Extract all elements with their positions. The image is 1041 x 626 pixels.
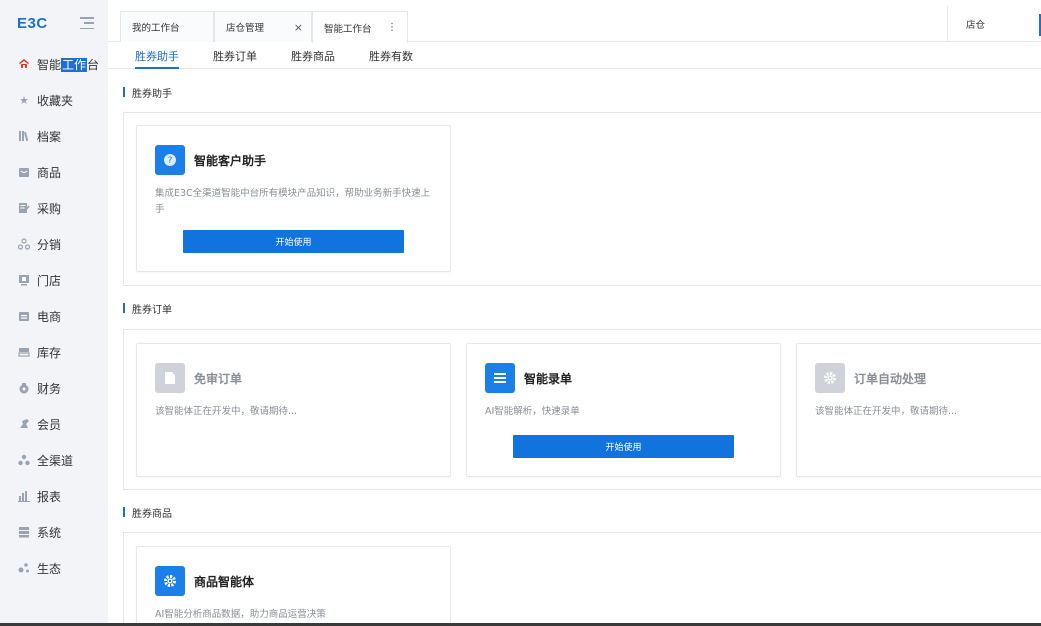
store-label: 店仓 xyxy=(966,20,986,31)
question-icon: ? xyxy=(155,145,185,175)
card-product-agent: 商品智能体 AI智能分析商品数据，助力商品运营决策 xyxy=(136,546,451,626)
tab-label: 我的工作台 xyxy=(132,23,180,34)
system-icon xyxy=(18,526,30,538)
sidebar-item-label: 报表 xyxy=(37,489,62,504)
ecommerce-icon xyxy=(18,310,30,322)
sidebar-item-distribution[interactable]: 分销 xyxy=(0,226,108,262)
sidebar-item-workbench[interactable]: 智能工作台 xyxy=(0,46,108,82)
subtab-analytics[interactable]: 胜券有数 xyxy=(369,48,413,69)
sidebar-item-label: 电商 xyxy=(37,309,62,324)
main-content: 胜券助手 ? 智能客户助手 集成E3C全渠道智能中台所有模块产品知识，帮助业务新… xyxy=(108,70,1041,626)
product-icon xyxy=(18,166,30,178)
logo-row: E3C xyxy=(0,0,108,46)
sidebar-item-member[interactable]: 会员 xyxy=(0,406,108,442)
tab-label: 智能工作台 xyxy=(324,23,372,35)
sidebar-item-archive[interactable]: 档案 xyxy=(0,118,108,154)
tab-store-management[interactable]: 店仓管理 × xyxy=(214,11,312,42)
menu-collapse-icon[interactable] xyxy=(80,17,94,29)
workbench-icon xyxy=(18,58,30,70)
section-assistant: ? 智能客户助手 集成E3C全渠道智能中台所有模块产品知识，帮助业务新手快速上手… xyxy=(123,112,1041,286)
sidebar-item-label: 智能工作台 xyxy=(37,57,100,72)
section-title: 胜券商品 xyxy=(123,505,172,520)
section-orders: 免审订单 该智能体正在开发中，敬请期待... 智能录单 AI智能解析，快速录单 … xyxy=(123,329,1041,490)
sidebar-item-favorites[interactable]: ★ 收藏夹 xyxy=(0,82,108,118)
report-icon xyxy=(18,490,30,502)
tab-label: 店仓管理 xyxy=(226,23,265,34)
sidebar-item-ecology[interactable]: 生态 xyxy=(0,550,108,586)
sidebar-item-purchase[interactable]: 采购 xyxy=(0,190,108,226)
sidebar-item-store[interactable]: 门店 xyxy=(0,262,108,298)
page-tab-bar: 我的工作台 店仓管理 × 智能工作台 ⋮ 店仓 xyxy=(108,0,1041,43)
section-title: 胜券订单 xyxy=(123,301,172,316)
section-products: 商品智能体 AI智能分析商品数据，助力商品运营决策 xyxy=(123,532,1041,626)
sub-tab-bar: 胜券助手 胜券订单 胜券商品 胜券有数 xyxy=(108,42,1041,69)
app-window: E3C 智能工作台 ★ 收藏夹 档案 商品 采购 分销 门店 电商 库存 财务 … xyxy=(0,0,1041,626)
card-auto-order-processing: 订单自动处理 该智能体正在开发中，敬请期待... xyxy=(796,343,1041,477)
card-description: 该智能体正在开发中，敬请期待... xyxy=(155,406,298,417)
sidebar-item-report[interactable]: 报表 xyxy=(0,478,108,514)
distribution-icon xyxy=(18,238,30,250)
sidebar-item-label: 商品 xyxy=(37,165,62,180)
card-description: 该智能体正在开发中，敬请期待... xyxy=(815,406,958,417)
member-icon xyxy=(18,418,30,430)
list-icon xyxy=(485,363,515,393)
card-exempt-order: 免审订单 该智能体正在开发中，敬请期待... xyxy=(136,343,451,477)
sidebar-item-label: 收藏夹 xyxy=(37,93,74,108)
sidebar-item-label: 系统 xyxy=(37,525,62,540)
sidebar-item-label: 档案 xyxy=(37,129,62,144)
store-icon xyxy=(18,274,30,286)
section-title: 胜券助手 xyxy=(123,85,172,100)
gear-icon xyxy=(815,363,845,393)
sidebar-item-product[interactable]: 商品 xyxy=(0,154,108,190)
sidebar: E3C 智能工作台 ★ 收藏夹 档案 商品 采购 分销 门店 电商 库存 财务 … xyxy=(0,0,108,626)
start-use-button[interactable]: 开始使用 xyxy=(513,435,734,458)
sidebar-item-label: 库存 xyxy=(37,345,62,360)
card-description: 集成E3C全渠道智能中台所有模块产品知识，帮助业务新手快速上手 xyxy=(155,188,431,215)
sidebar-item-label: 生态 xyxy=(37,561,62,576)
close-icon[interactable]: × xyxy=(294,21,303,34)
start-use-button[interactable]: 开始使用 xyxy=(183,230,404,253)
star-icon: ★ xyxy=(19,93,29,107)
subtab-assistant[interactable]: 胜券助手 xyxy=(135,48,179,69)
card-title: 订单自动处理 xyxy=(854,372,927,386)
card-title: 智能客户助手 xyxy=(194,154,267,168)
sidebar-item-inventory[interactable]: 库存 xyxy=(0,334,108,370)
sidebar-item-label: 门店 xyxy=(37,273,62,288)
purchase-icon xyxy=(18,202,30,214)
more-options-icon[interactable]: ⋮ xyxy=(387,22,397,33)
card-description: AI智能分析商品数据，助力商品运营决策 xyxy=(155,609,326,620)
document-icon xyxy=(155,363,185,393)
sidebar-item-ecommerce[interactable]: 电商 xyxy=(0,298,108,334)
subtab-products[interactable]: 胜券商品 xyxy=(291,48,335,69)
svg-text:?: ? xyxy=(168,156,173,166)
tab-my-workbench[interactable]: 我的工作台 xyxy=(120,11,214,42)
sidebar-item-label: 会员 xyxy=(37,417,62,432)
tab-smart-workbench[interactable]: 智能工作台 ⋮ xyxy=(312,11,408,43)
sidebar-item-label: 采购 xyxy=(37,201,62,216)
sidebar-item-finance[interactable]: 财务 xyxy=(0,370,108,406)
card-smart-customer-assistant: ? 智能客户助手 集成E3C全渠道智能中台所有模块产品知识，帮助业务新手快速上手… xyxy=(136,125,451,272)
finance-icon xyxy=(18,382,30,394)
logo: E3C xyxy=(17,14,48,32)
store-selector[interactable]: 店仓 xyxy=(947,6,1041,42)
sidebar-item-label: 财务 xyxy=(37,381,62,396)
card-smart-order-entry: 智能录单 AI智能解析，快速录单 开始使用 xyxy=(466,343,781,477)
ecology-icon xyxy=(18,562,30,574)
sidebar-item-label: 全渠道 xyxy=(37,453,74,468)
card-title: 商品智能体 xyxy=(194,575,255,589)
subtab-orders[interactable]: 胜券订单 xyxy=(213,48,257,69)
sidebar-item-omnichannel[interactable]: 全渠道 xyxy=(0,442,108,478)
card-description: AI智能解析，快速录单 xyxy=(485,406,580,417)
omnichannel-icon xyxy=(18,454,30,466)
archive-icon xyxy=(18,130,30,142)
card-title: 免审订单 xyxy=(194,372,243,386)
sidebar-item-label: 分销 xyxy=(37,237,62,252)
inventory-icon xyxy=(18,346,30,358)
card-title: 智能录单 xyxy=(524,372,573,386)
gear-icon xyxy=(155,566,185,596)
sidebar-nav: 智能工作台 ★ 收藏夹 档案 商品 采购 分销 门店 电商 库存 财务 会员 全… xyxy=(0,46,108,586)
sidebar-item-system[interactable]: 系统 xyxy=(0,514,108,550)
